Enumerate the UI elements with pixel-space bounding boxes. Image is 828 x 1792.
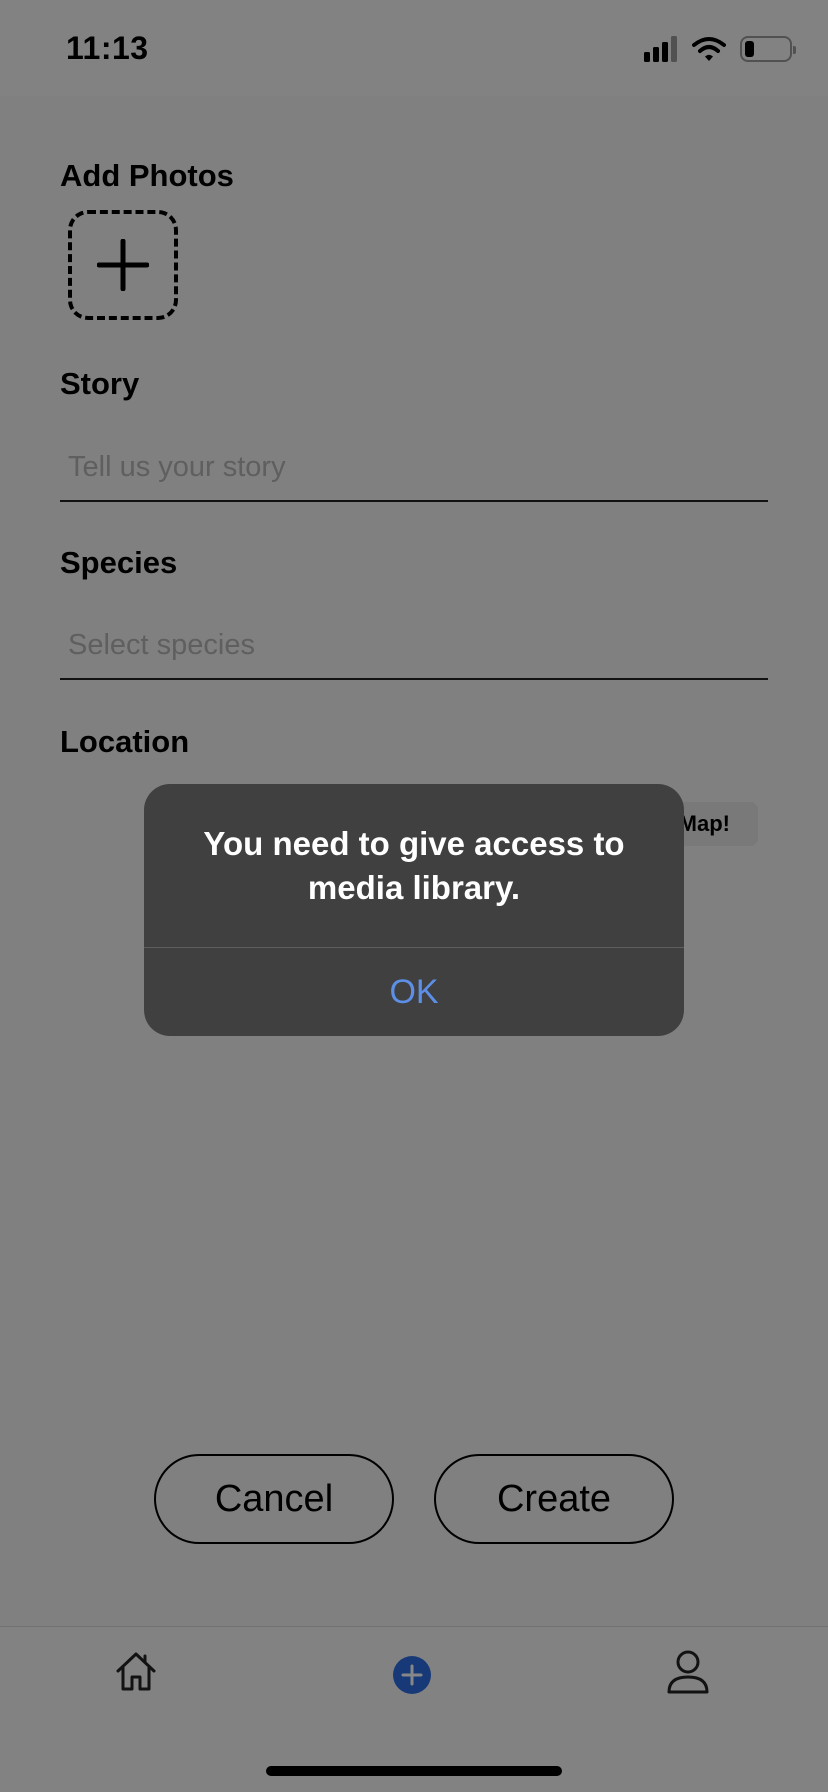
alert-ok-button[interactable]: OK: [144, 948, 684, 1036]
alert-dialog: You need to give access to media library…: [144, 784, 684, 1036]
alert-message: You need to give access to media library…: [203, 825, 625, 906]
